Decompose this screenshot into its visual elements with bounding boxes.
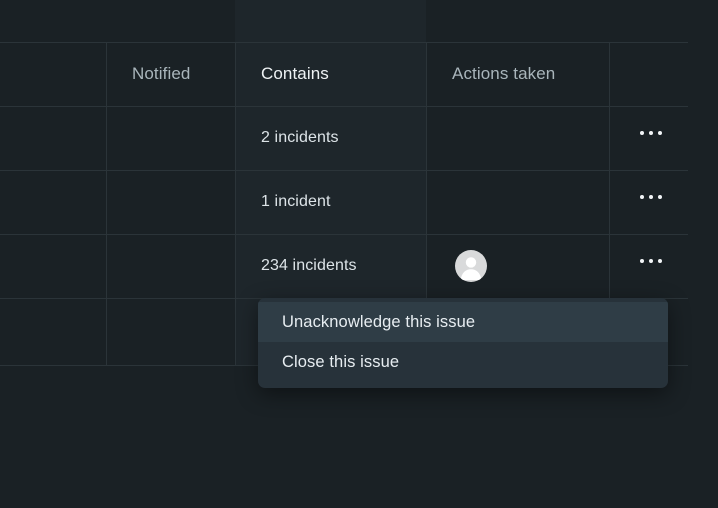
ellipsis-icon bbox=[640, 131, 644, 135]
user-avatar-placeholder-icon bbox=[460, 257, 482, 280]
column-header-actions-taken[interactable]: Actions taken bbox=[426, 42, 609, 106]
row-menu-button[interactable] bbox=[640, 195, 662, 199]
row-menu-button[interactable] bbox=[640, 259, 662, 263]
menu-item-label: Close this issue bbox=[282, 352, 400, 371]
table-row: 234 incidents bbox=[235, 234, 426, 298]
row-context-menu: Unacknowledge this issue Close this issu… bbox=[258, 298, 668, 388]
ellipsis-icon bbox=[658, 195, 662, 199]
menu-item-label: Unacknowledge this issue bbox=[282, 312, 476, 331]
column-header-notified[interactable]: Notified bbox=[106, 42, 235, 106]
ellipsis-icon bbox=[640, 195, 644, 199]
cell-contains-value: 1 incident bbox=[261, 193, 331, 210]
cell-contains-value: 234 incidents bbox=[261, 257, 357, 274]
table-row: 1 incident bbox=[235, 170, 426, 234]
column-header-contains[interactable]: Contains bbox=[235, 42, 426, 106]
ellipsis-icon bbox=[649, 131, 653, 135]
ellipsis-icon bbox=[658, 259, 662, 263]
column-header-contains-label: Contains bbox=[261, 64, 329, 83]
ellipsis-icon bbox=[649, 195, 653, 199]
ellipsis-icon bbox=[640, 259, 644, 263]
column-header-actions-taken-label: Actions taken bbox=[452, 64, 556, 83]
ellipsis-icon bbox=[658, 131, 662, 135]
row-menu-button[interactable] bbox=[640, 131, 662, 135]
avatar[interactable] bbox=[455, 250, 487, 282]
ellipsis-icon bbox=[649, 259, 653, 263]
column-header-notified-label: Notified bbox=[132, 64, 191, 83]
table-row: 2 incidents bbox=[235, 106, 426, 170]
cell-contains-value: 2 incidents bbox=[261, 129, 339, 146]
menu-item-unacknowledge-this-issue[interactable]: Unacknowledge this issue bbox=[258, 302, 668, 342]
menu-item-close-this-issue[interactable]: Close this issue bbox=[258, 342, 668, 382]
